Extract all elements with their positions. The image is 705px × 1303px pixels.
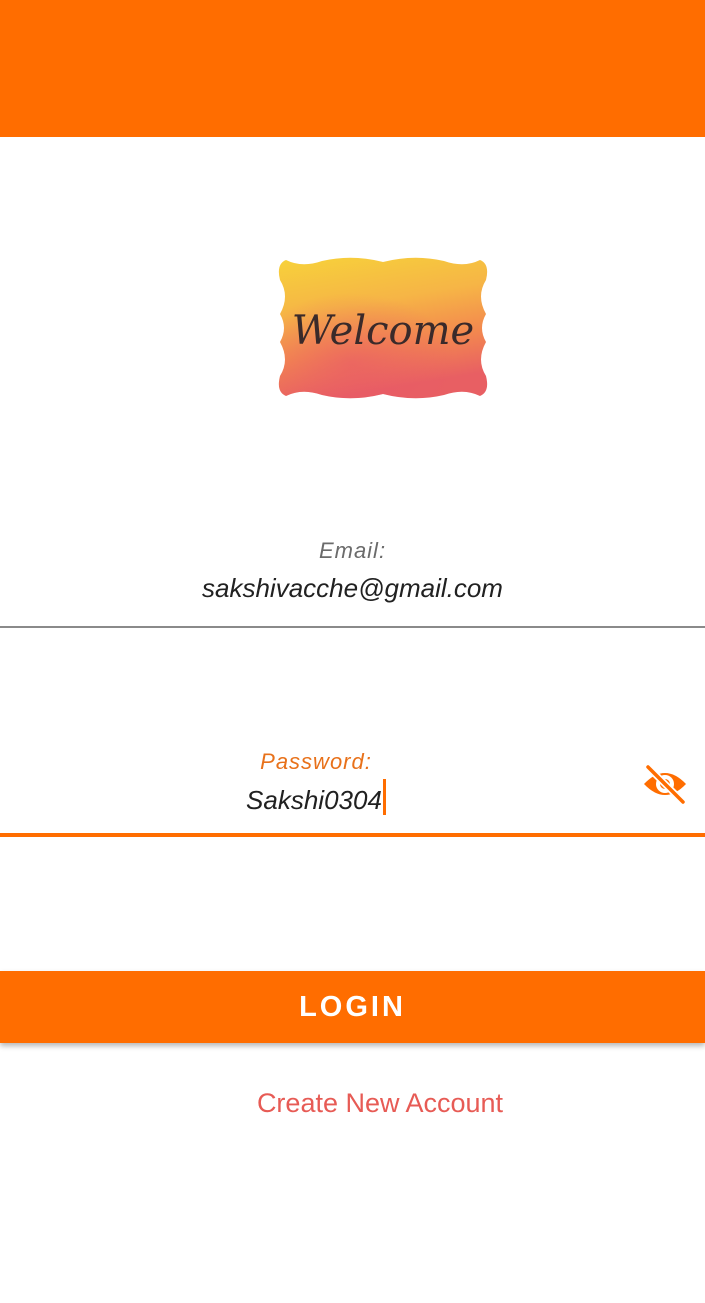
password-underline [0, 833, 705, 837]
email-input[interactable] [0, 568, 705, 608]
welcome-text: Welcome [292, 308, 474, 354]
email-underline [0, 626, 705, 628]
password-input[interactable]: Sakshi0304 [0, 779, 632, 819]
email-label: Email: [318, 538, 387, 563]
create-account-link[interactable]: Create New Account [0, 1088, 705, 1119]
welcome-logo: Welcome [272, 252, 494, 404]
password-label: Password: [260, 749, 372, 774]
eye-off-icon[interactable] [640, 762, 690, 806]
top-app-bar [0, 0, 705, 137]
password-text: Sakshi0304 [246, 785, 382, 815]
text-cursor [382, 779, 386, 815]
login-button[interactable]: LOGIN [0, 971, 705, 1043]
